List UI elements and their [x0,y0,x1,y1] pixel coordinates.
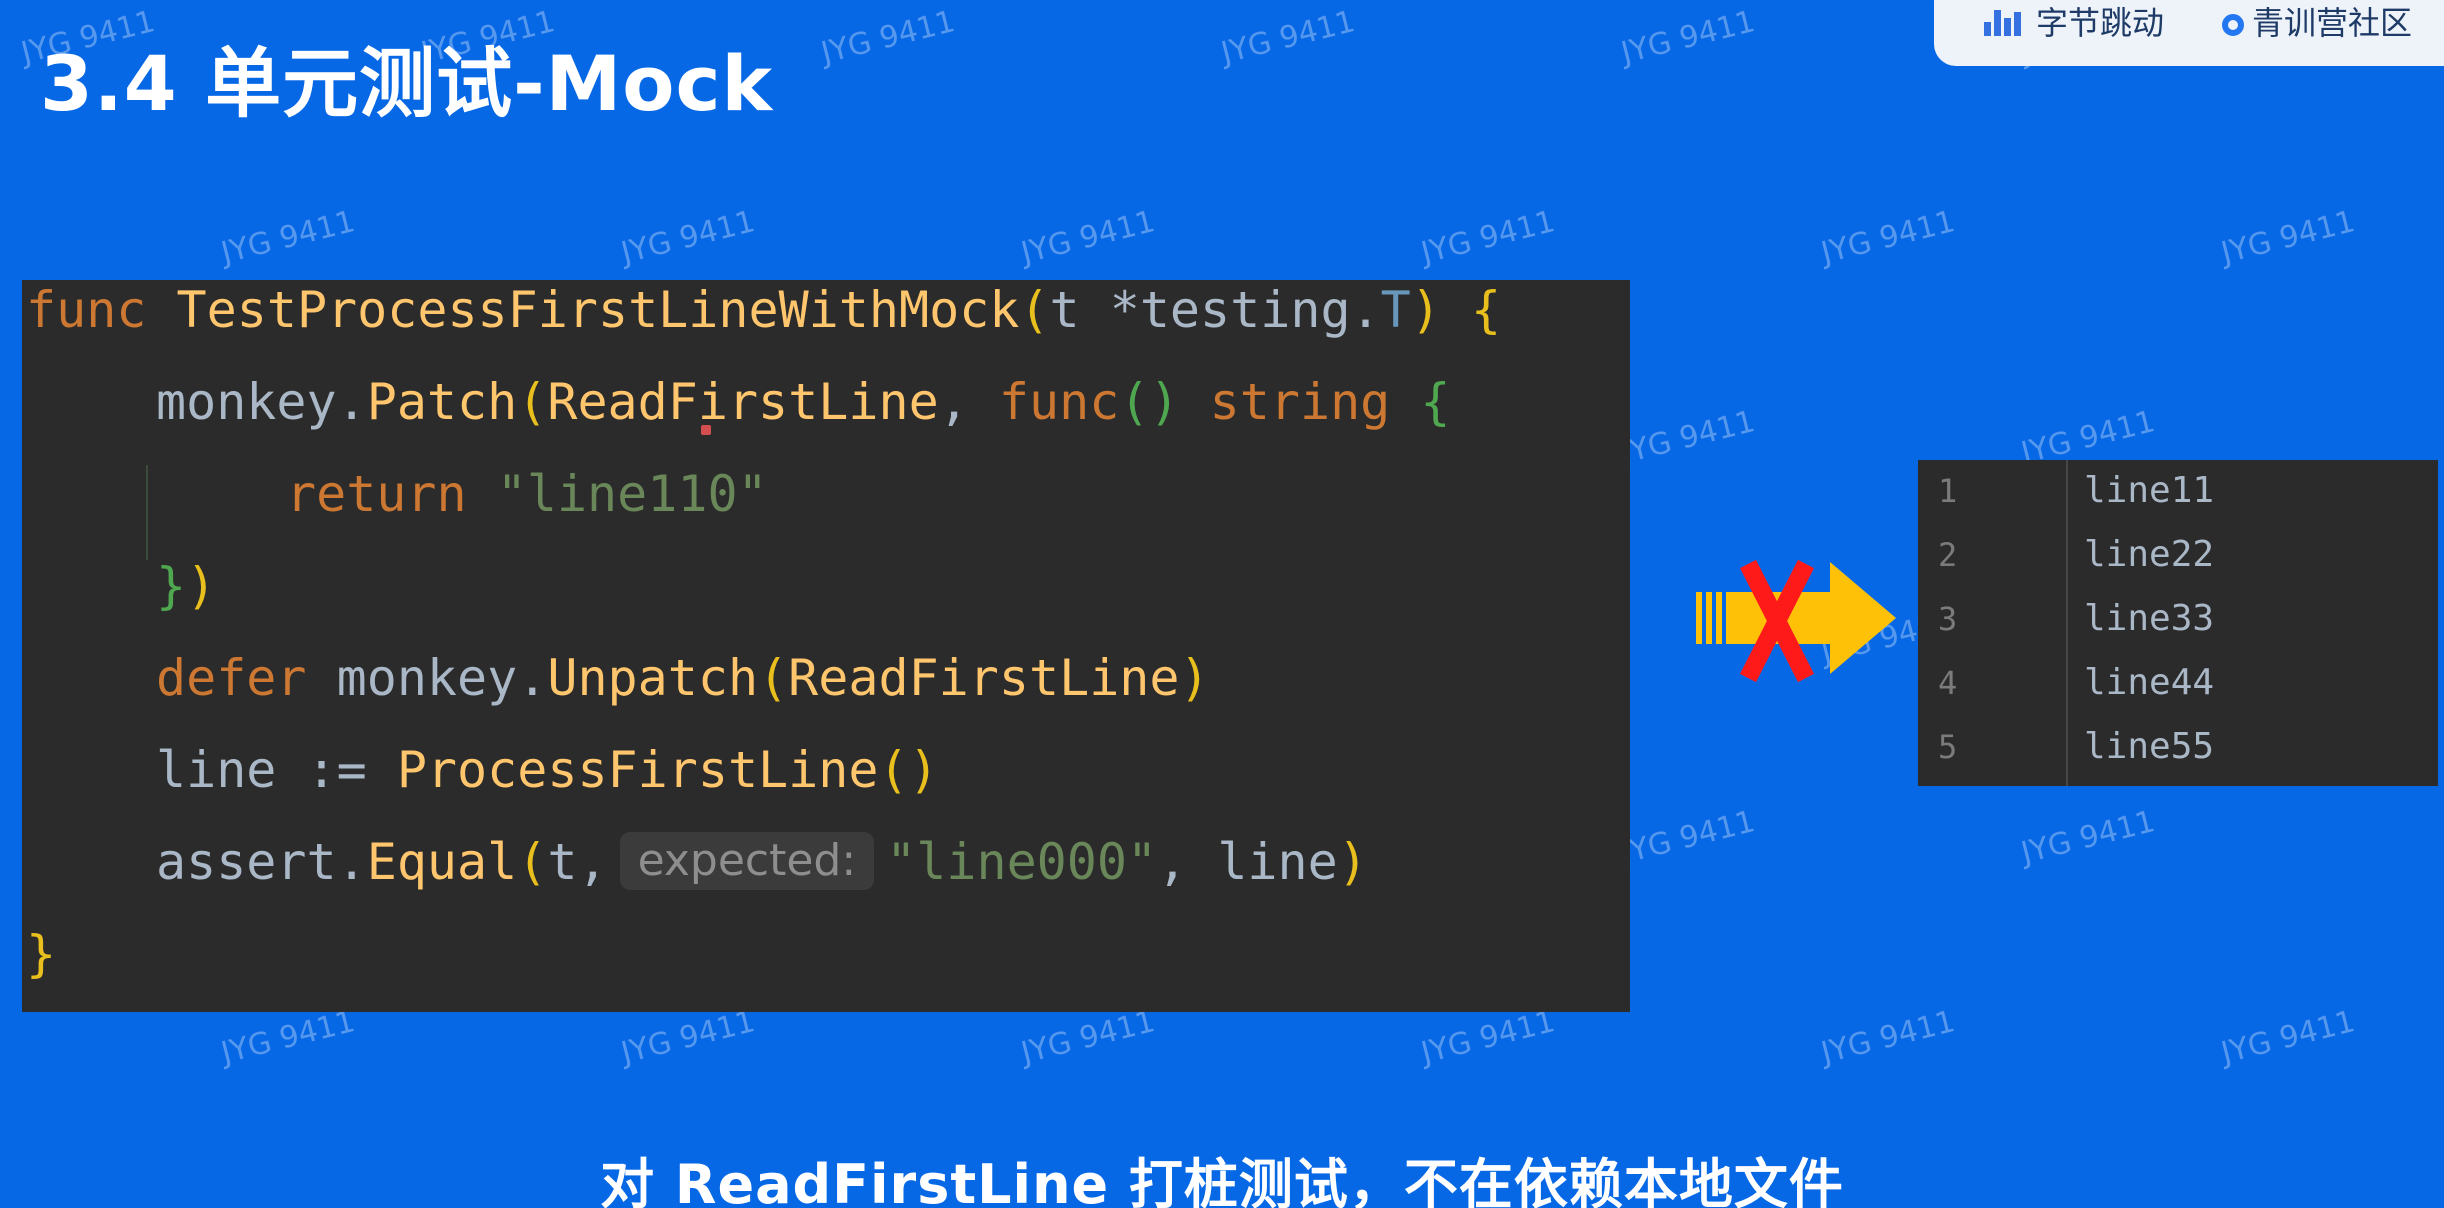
indent-guide [146,465,148,560]
watermark-text: JYG 9411 [2217,1004,2359,1071]
watermark-text: JYG 9411 [1217,4,1359,71]
file-line: 5 line55 [1918,716,2438,780]
code-token: t *testing. [1049,281,1381,339]
parameter-hint: expected: [619,832,875,890]
code-token: () [878,741,939,799]
code-token: return [286,465,467,523]
watermark-text: JYG 9411 [617,204,759,271]
blocked-arrow-icon [1692,552,1902,692]
code-token: () [1119,373,1180,431]
qingxunying-ring-icon [2222,14,2244,36]
watermark-text: JYG 9411 [2017,804,2159,871]
watermark-text: JYG 9411 [617,1004,759,1071]
code-token: ) [1337,833,1368,891]
breakpoint-marker-icon [701,425,711,435]
code-token: func [998,373,1120,431]
code-token: Patch [366,373,518,431]
code-token: func [26,281,147,339]
code-token: Unpatch [547,649,759,707]
code-token: defer [156,649,307,707]
watermark-text: JYG 9411 [1617,404,1759,471]
line-text: line22 [2084,534,2215,575]
code-token: "line000" [886,833,1158,891]
watermark-text: JYG 9411 [1017,204,1159,271]
code-line-1: func TestProcessFirstLineWithMock(t *tes… [26,280,1501,340]
line-text: line55 [2084,726,2215,767]
watermark-text: JYG 9411 [1617,804,1759,871]
code-token: monkey. [336,649,548,707]
line-text: line44 [2084,662,2215,703]
file-line: 1 line11 [1918,460,2438,524]
bytedance-bars-icon [1984,10,2024,36]
code-token: monkey. [156,373,367,431]
code-token: t, [547,833,608,891]
code-token: } [26,925,57,983]
line-text: line11 [2084,470,2215,511]
code-line-6: line := ProcessFirstLine() [156,740,939,800]
line-number: 5 [1938,728,1958,766]
watermark-text: JYG 9411 [1417,204,1559,271]
bytedance-logo-text: 字节跳动 [2036,4,2165,42]
file-line: 3 line33 [1918,588,2438,652]
code-token: ReadFirstLine [547,373,939,431]
code-line-8: } [26,924,56,984]
code-editor-panel: func TestProcessFirstLineWithMock(t *tes… [22,280,1630,1012]
slide-title: 3.4 单元测试-Mock [40,39,774,128]
code-token: ) [186,557,217,615]
watermark-text: JYG 9411 [217,1004,359,1071]
code-token: ReadFirstLine [788,649,1180,707]
bytedance-logo: 字节跳动 [1984,0,2164,44]
code-token: ( [517,373,548,431]
watermark-text: JYG 9411 [1417,1004,1559,1071]
code-line-3: return "line110" [286,464,768,524]
code-token: , line [1157,833,1338,891]
qingxunying-logo-text: 青训营社区 [2252,4,2413,42]
code-token: , [938,373,999,431]
code-line-4: }) [156,556,216,616]
watermark-text: JYG 9411 [1817,1004,1959,1071]
line-number: 1 [1938,472,1958,510]
code-token: Equal [366,833,518,891]
code-token: "line110" [496,465,768,523]
qingxunying-logo: 青训营社区 [2222,0,2412,44]
watermark-text: JYG 9411 [1017,1004,1159,1071]
code-token: string [1209,373,1391,431]
line-number: 4 [1938,664,1958,702]
code-token: ProcessFirstLine [396,741,879,799]
watermark-text: JYG 9411 [2217,204,2359,271]
line-text: line33 [2084,598,2215,639]
code-token: ( [517,833,548,891]
line-number: 2 [1938,536,1958,574]
line-number: 3 [1938,600,1958,638]
watermark-text: JYG 9411 [1617,4,1759,71]
watermark-text: JYG 9411 [1817,204,1959,271]
code-line-7: assert.Equal(t, expected: "line000", line) [156,832,1368,892]
code-token: ) [1179,649,1210,707]
watermark-text: JYG 9411 [217,204,359,271]
slide-caption: 对 ReadFirstLine 打桩测试，不在依赖本地文件 [600,1153,1844,1208]
file-preview-panel: 1 line11 2 line22 3 line33 4 line44 5 li… [1918,460,2438,786]
code-token: T [1380,281,1411,339]
code-line-2: monkey.Patch(ReadFirstLine, func() strin… [156,372,1451,432]
code-token: ) [1410,281,1441,339]
code-token: TestProcessFirstLineWithMock [176,281,1020,339]
file-line: 4 line44 [1918,652,2438,716]
code-token: ( [1019,281,1050,339]
watermark-text: JYG 9411 [817,4,959,71]
file-line: 2 line22 [1918,524,2438,588]
code-token: line := [156,741,367,799]
code-token: assert. [156,833,367,891]
code-line-5: defer monkey.Unpatch(ReadFirstLine) [156,648,1210,708]
code-token: } [156,557,187,615]
code-token: { [1470,281,1502,339]
code-token: ( [758,649,789,707]
brand-panel: 字节跳动 青训营社区 [1934,0,2444,66]
code-token: { [1420,373,1451,431]
